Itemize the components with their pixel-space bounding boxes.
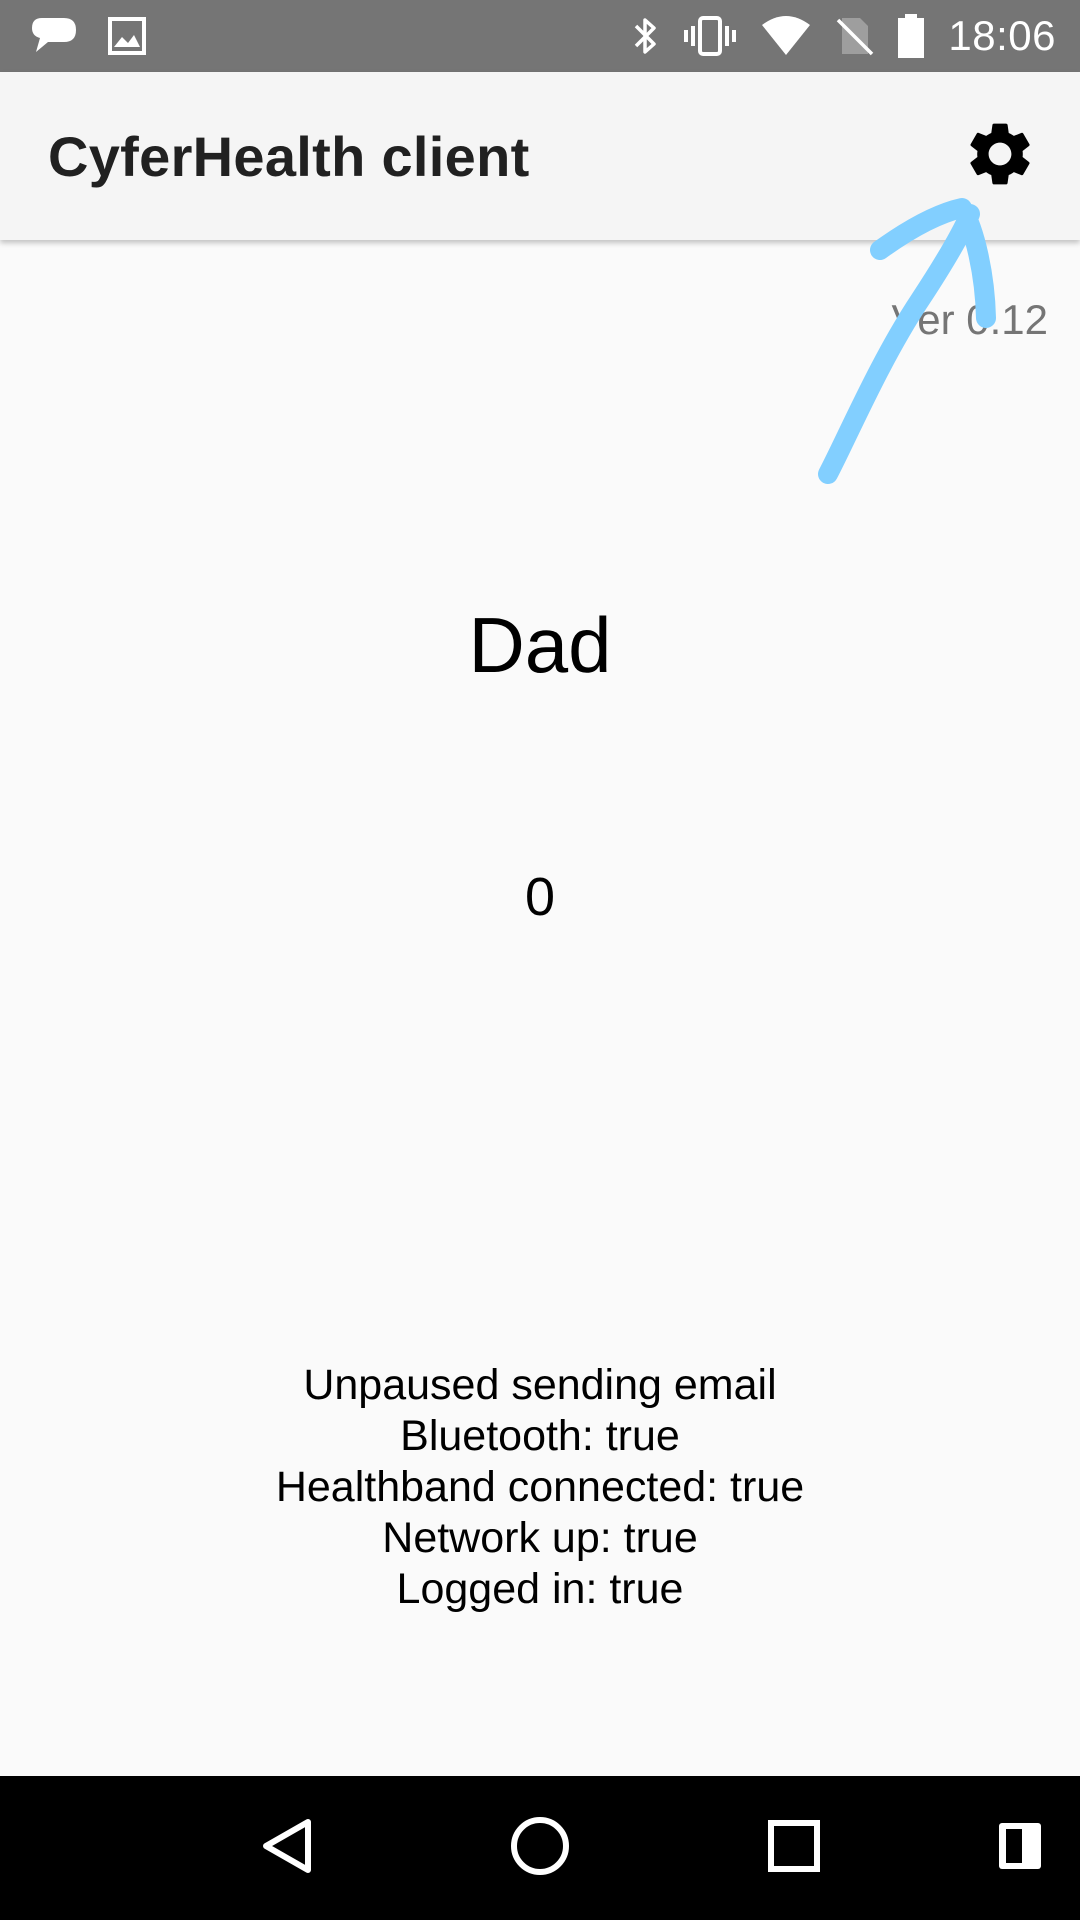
status-right: 18:06 xyxy=(632,12,1056,60)
home-icon xyxy=(508,1814,572,1883)
vibrate-icon xyxy=(682,14,738,58)
recents-button[interactable] xyxy=(744,1776,844,1920)
recents-icon xyxy=(766,1818,822,1879)
status-line-bluetooth: Bluetooth: true xyxy=(400,1412,680,1460)
home-button[interactable] xyxy=(490,1776,590,1920)
no-sim-icon xyxy=(834,14,874,58)
counter-value: 0 xyxy=(524,867,556,927)
annotation-arrow xyxy=(818,198,996,484)
nav-bar xyxy=(0,1776,1080,1920)
split-screen-button[interactable] xyxy=(970,1776,1070,1920)
gear-icon xyxy=(962,116,1038,197)
image-icon xyxy=(108,17,146,55)
status-time: 18:06 xyxy=(948,12,1056,59)
app-bar: CyferHealth client xyxy=(0,72,1080,240)
app-title: CyferHealth client xyxy=(48,124,530,188)
status-line-healthband: Healthband connected: true xyxy=(275,1463,805,1511)
bluetooth-icon xyxy=(632,14,660,58)
split-screen-icon xyxy=(996,1820,1044,1877)
status-line-network: Network up: true xyxy=(382,1514,698,1562)
battery-icon xyxy=(896,13,926,59)
screen: 18:06 CyferHealth client Ver 0.12 Dad 0 … xyxy=(0,0,1080,1920)
status-line-email: Unpaused sending email xyxy=(303,1361,777,1409)
messenger-icon xyxy=(28,14,80,58)
version-label: Ver 0.12 xyxy=(891,296,1048,343)
settings-button[interactable] xyxy=(952,108,1048,204)
back-icon xyxy=(256,1814,316,1883)
status-left xyxy=(28,14,146,58)
profile-name: Dad xyxy=(468,601,612,689)
status-line-login: Logged in: true xyxy=(396,1565,684,1613)
back-button[interactable] xyxy=(236,1776,336,1920)
status-list: Unpaused sending email Bluetooth: true H… xyxy=(0,1360,1080,1615)
wifi-icon xyxy=(760,15,812,57)
status-bar: 18:06 xyxy=(0,0,1080,72)
